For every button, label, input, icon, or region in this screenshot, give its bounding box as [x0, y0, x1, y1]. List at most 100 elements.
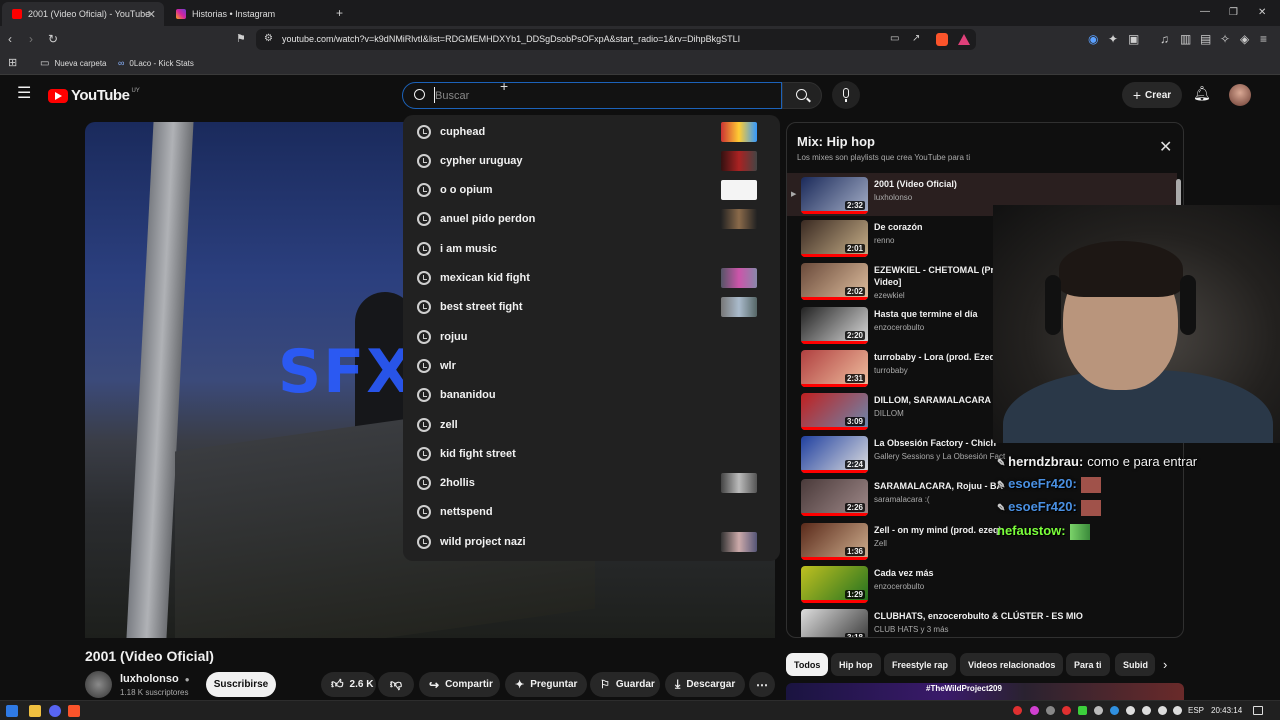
share-button[interactable]: ↪ Compartir — [419, 672, 500, 697]
search-suggestion[interactable]: mexican kid fight — [403, 264, 780, 293]
close-tab-icon[interactable]: ✕ — [147, 8, 156, 21]
playlist-item[interactable]: 1:29 Cada vez más enzocerobulto — [787, 562, 1177, 605]
ask-button[interactable]: ✦ Preguntar — [505, 672, 587, 697]
playlist-item[interactable]: 3:18 CLUBHATS, enzocerobulto & CLÚSTER - … — [787, 605, 1177, 637]
tray-icon-5[interactable] — [1078, 706, 1087, 715]
create-button[interactable]: + Crear — [1122, 82, 1182, 108]
tray-icon-2[interactable] — [1030, 706, 1039, 715]
search-suggestion[interactable]: o o opium — [403, 176, 780, 205]
tray-icon-6[interactable] — [1094, 706, 1103, 715]
search-input[interactable]: Buscar — [402, 82, 782, 109]
search-suggestion[interactable]: zell — [403, 410, 780, 439]
extensions-icon[interactable]: ✦ — [1108, 33, 1118, 45]
sidebar-icon[interactable]: ▥ — [1180, 33, 1191, 45]
reload-icon[interactable]: ↻ — [48, 33, 58, 45]
dislike-button[interactable]: 👎︎ — [378, 672, 414, 697]
search-suggestion[interactable]: wlr — [403, 351, 780, 380]
share-page-icon[interactable]: ↗ — [912, 33, 920, 45]
search-suggestion[interactable]: bananidou — [403, 381, 780, 410]
new-tab-button[interactable]: + — [336, 7, 343, 19]
windows-start-icon[interactable] — [6, 705, 18, 717]
filter-chip[interactable]: Subid — [1115, 653, 1155, 676]
search-suggestion[interactable]: nettspend — [403, 498, 780, 527]
volume-icon[interactable] — [1158, 706, 1167, 715]
user-avatar[interactable] — [1229, 84, 1251, 106]
search-suggestion[interactable]: rojuu — [403, 322, 780, 351]
playlist-item[interactable]: 2:26 SARAMALACARA, Rojuu - BA saramalacara… — [787, 475, 1177, 518]
language-indicator[interactable]: ESP — [1188, 706, 1204, 715]
search-suggestion[interactable]: cuphead — [403, 117, 780, 146]
save-button[interactable]: ⚐ Guardar — [590, 672, 660, 697]
suggestion-text: nettspend — [440, 506, 493, 519]
reader-icon[interactable]: ▣ — [1128, 33, 1139, 45]
search-suggestion[interactable]: cypher uruguay — [403, 146, 780, 175]
back-icon[interactable]: ‹ — [8, 33, 12, 45]
filter-chip[interactable]: Hip hop — [831, 653, 881, 676]
tray-icon-7[interactable] — [1110, 706, 1119, 715]
bookmark-icon[interactable]: ⚑ — [236, 33, 246, 45]
speech-icon[interactable]: ◉ — [1088, 33, 1098, 45]
cast-icon[interactable]: ▭ — [890, 33, 899, 45]
search-suggestion[interactable]: i am music — [403, 234, 780, 263]
tray-icon-4[interactable] — [1062, 706, 1071, 715]
close-icon[interactable]: ✕ — [1159, 137, 1172, 157]
close-window-button[interactable]: ✕ — [1258, 7, 1266, 19]
search-suggestion[interactable]: kid fight street — [403, 439, 780, 468]
notification-center-icon[interactable] — [1253, 706, 1263, 715]
chat-badge-icon: ✎ — [997, 480, 1009, 491]
history-icon — [417, 300, 431, 315]
tray-icon-8[interactable] — [1126, 706, 1135, 715]
filter-chip[interactable]: Todos — [786, 653, 829, 676]
url-field[interactable]: ⚙ youtube.com/watch?v=k9dNMiRlvtI&list=R… — [256, 29, 976, 50]
notifications-bell-icon[interactable]: 🔔︎ — [1193, 86, 1211, 100]
playlist-item[interactable]: 1:36 Zell - on my mind (prod. ezeq) Zell — [787, 519, 1177, 562]
site-info-icon[interactable]: ⚙ — [264, 33, 273, 45]
tab-instagram[interactable]: Historias • Instagram — [166, 2, 328, 26]
scrollbar-thumb[interactable] — [1176, 179, 1181, 207]
bookmark-nueva-carpeta[interactable]: ▭ Nueva carpeta — [40, 58, 106, 69]
subscribe-button[interactable]: Suscribirse — [206, 672, 276, 697]
filter-chip[interactable]: Para ti — [1066, 653, 1110, 676]
filter-chip[interactable]: Freestyle rap — [884, 653, 957, 676]
ai-icon[interactable]: ✧ — [1220, 33, 1230, 45]
apps-grid-icon[interactable]: ⊞ — [8, 57, 17, 69]
network-icon[interactable] — [1142, 706, 1151, 715]
channel-name[interactable]: luxholonso ● — [120, 673, 190, 685]
search-suggestion[interactable]: wild project nazi — [403, 527, 780, 556]
more-actions-button[interactable]: ⋯ — [749, 672, 775, 697]
music-icon[interactable]: ♫ — [1160, 33, 1169, 45]
suggestion-thumbnail — [721, 209, 757, 230]
filter-chip[interactable]: Videos relacionados — [960, 653, 1064, 676]
channel-avatar[interactable] — [85, 671, 112, 698]
duration-badge: 2:01 — [844, 244, 865, 254]
brave-browser-icon[interactable] — [68, 705, 80, 717]
recommended-video-thumbnail[interactable]: #TheWildProject209 — [786, 683, 1184, 700]
voice-search-button[interactable] — [832, 81, 860, 109]
search-suggestion[interactable]: 2hollis — [403, 469, 780, 498]
search-suggestion[interactable]: best street fight — [403, 293, 780, 322]
tray-icon-1[interactable] — [1013, 706, 1022, 715]
brave-shield-icon[interactable] — [936, 33, 948, 46]
forward-icon[interactable]: › — [29, 33, 33, 45]
hamburger-menu-icon[interactable]: ☰ — [17, 86, 31, 102]
vpn-icon[interactable]: ◈ — [1240, 33, 1249, 45]
maximize-button[interactable]: ❐ — [1229, 7, 1238, 19]
like-button[interactable]: 👍︎ 2.6 K — [321, 672, 376, 697]
youtube-logo[interactable]: YouTube UY — [48, 87, 140, 104]
tray-icon-3[interactable] — [1046, 706, 1055, 715]
chat-emote-icon — [1069, 523, 1090, 540]
system-clock[interactable]: 20:43:14 — [1211, 706, 1242, 715]
menu-icon[interactable]: ≡ — [1260, 33, 1267, 45]
download-button[interactable]: ⤓ Descargar — [665, 672, 745, 697]
battery-icon[interactable] — [1173, 706, 1182, 715]
discord-icon[interactable] — [49, 705, 61, 717]
bookmark-kick-stats[interactable]: ∞ 0Laco - Kick Stats — [118, 58, 194, 68]
chevron-right-icon[interactable]: › — [1163, 657, 1167, 672]
minimize-button[interactable]: — — [1200, 6, 1210, 18]
tab-youtube[interactable]: 2001 (Video Oficial) - YouTube ✕ — [2, 2, 164, 26]
search-suggestion[interactable]: anuel pido perdon — [403, 205, 780, 234]
wallet-icon[interactable]: ▤ — [1200, 33, 1211, 45]
file-explorer-icon[interactable] — [29, 705, 41, 717]
brave-rewards-icon[interactable] — [958, 34, 970, 45]
search-button[interactable] — [782, 82, 822, 109]
